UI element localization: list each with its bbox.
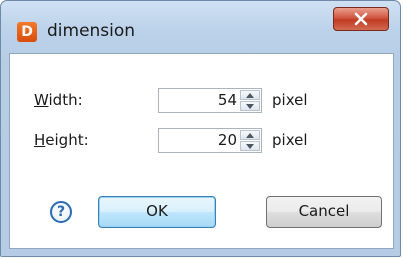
dialog-title: dimension: [47, 21, 136, 41]
dimension-dialog: D dimension Width: 54 pixel Height: 20 p…: [0, 0, 401, 257]
close-button[interactable]: [333, 7, 389, 31]
width-value[interactable]: 54: [218, 91, 237, 109]
triangle-down-icon: [246, 104, 254, 109]
height-increment-button[interactable]: [240, 130, 260, 140]
width-label: Width:: [34, 91, 83, 109]
height-label: Height:: [34, 131, 89, 149]
height-stepper[interactable]: 20: [158, 128, 262, 153]
height-unit: pixel: [272, 131, 308, 149]
height-value[interactable]: 20: [218, 131, 237, 149]
height-decrement-button[interactable]: [240, 141, 260, 151]
app-icon: D: [17, 22, 37, 42]
height-spin-arrows: [240, 130, 260, 151]
width-spin-arrows: [240, 90, 260, 111]
width-stepper[interactable]: 54: [158, 88, 262, 113]
width-decrement-button[interactable]: [240, 101, 260, 111]
width-increment-button[interactable]: [240, 90, 260, 100]
help-icon[interactable]: ?: [50, 201, 72, 223]
cancel-button[interactable]: Cancel: [266, 196, 382, 228]
close-x-icon: [354, 12, 368, 26]
triangle-down-icon: [246, 144, 254, 149]
ok-button[interactable]: OK: [98, 196, 216, 228]
dialog-content: Width: 54 pixel Height: 20 pixel ? OK Ca…: [9, 53, 394, 249]
title-bar[interactable]: D dimension: [1, 1, 400, 53]
triangle-up-icon: [246, 133, 254, 138]
triangle-up-icon: [246, 93, 254, 98]
width-unit: pixel: [272, 91, 308, 109]
